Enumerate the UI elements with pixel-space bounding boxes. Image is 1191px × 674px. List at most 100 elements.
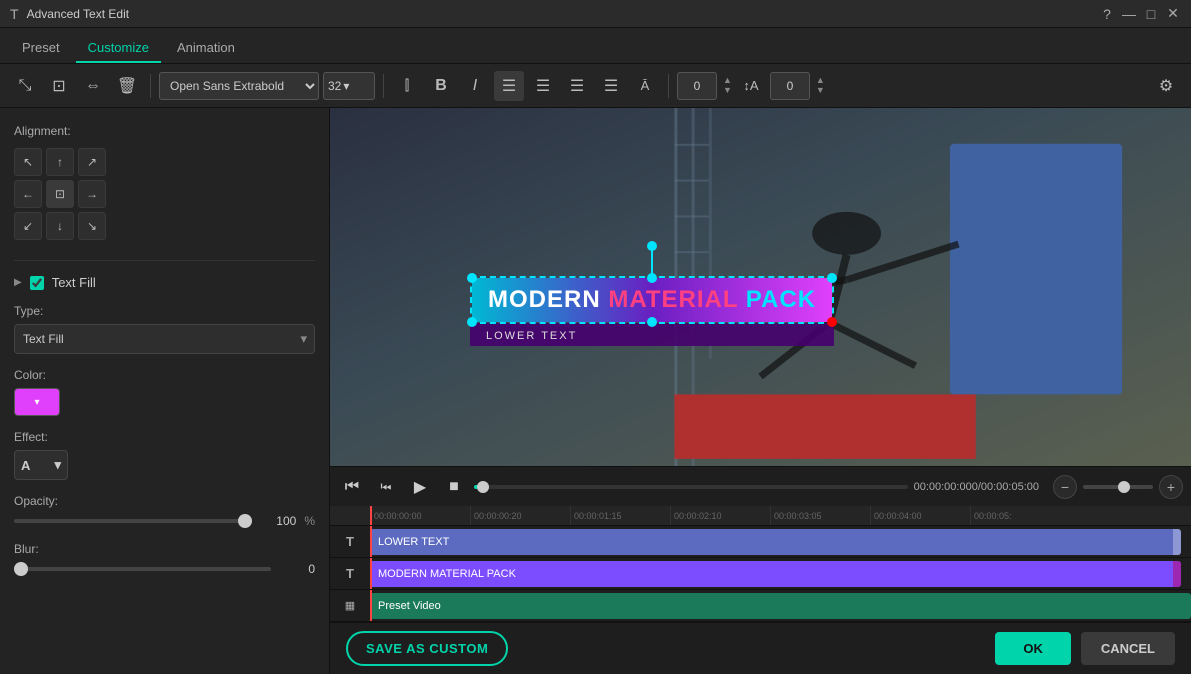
italic-button[interactable]: I [460,71,490,101]
chevron-icon: ▶ [14,277,22,288]
separator-3 [668,74,669,98]
rotation-down-icon[interactable]: ▼ [723,86,732,95]
right-panel: MODERN MATERIAL PACK LOWER TEXT ⏮ [330,108,1191,674]
sidebar: Alignment: ↖ ↑ ↗ ← ⊡ → ↙ ↓ ↘ ▶ Text Fill… [0,108,330,674]
line-height-icon: ↕A [736,71,766,101]
column-width-icon[interactable]: ⫿ [392,71,422,101]
playback-bar: ⏮ ⏭ ▶ ■ 00:00:00:000/00:00:05:00 − + [330,466,1191,506]
track-icon-2: T [346,566,354,581]
save-custom-button[interactable]: SAVE AS CUSTOM [346,631,508,666]
zoom-slider[interactable] [1083,485,1153,489]
cancel-button[interactable]: CANCEL [1081,632,1175,665]
opacity-slider[interactable] [14,519,252,523]
title-bar: T Advanced Text Edit ? — □ ✕ [0,0,1191,28]
lh-down-icon[interactable]: ▼ [816,86,825,95]
text-overlay: MODERN MATERIAL PACK LOWER TEXT [470,276,834,346]
track-label-2: T [330,558,370,589]
text-transform-button[interactable]: Ā [630,71,660,101]
clip-lower-text-end-handle[interactable] [1173,529,1181,555]
minimize-button[interactable]: — [1121,6,1137,22]
opacity-row: 100 % [14,514,315,528]
align-mid-left[interactable]: ← [14,180,42,208]
align-right-button[interactable]: ☰ [562,71,592,101]
delete-button[interactable]: 🗑 [112,71,142,101]
text-fill-section-header[interactable]: ▶ Text Fill [14,275,315,290]
blur-label: Blur: [14,542,315,556]
line-height-input[interactable] [770,72,810,100]
font-size-select[interactable]: 32 ▾ [323,72,375,100]
playhead-track3 [370,590,372,621]
rotation-input[interactable] [677,72,717,100]
ruler-mark-6: 00:00:05: [970,506,1070,525]
nav-tabs: Preset Customize Animation [0,28,1191,64]
title-bar-controls: ? — □ ✕ [1099,6,1181,22]
font-family-select[interactable]: Open Sans Extrabold [159,72,319,100]
track-lower-text: T LOWER TEXT [330,526,1191,558]
tab-preset[interactable]: Preset [10,34,72,63]
zoom-in-button[interactable]: + [1159,475,1183,499]
play-button[interactable]: ▶ [406,473,434,501]
align-top-left[interactable]: ↖ [14,148,42,176]
align-top-right[interactable]: ↗ [78,148,106,176]
ruler-mark-0: 00:00:00:00 [370,506,470,525]
align-mid-right[interactable]: → [78,180,106,208]
ruler-mark-4: 00:00:03:05 [770,506,870,525]
preview-main-text: MODERN MATERIAL PACK [488,286,816,313]
effect-dropdown-icon: ▾ [54,457,61,473]
ruler-mark-5: 00:00:04:00 [870,506,970,525]
color-label: Color: [14,368,315,382]
clip-preset-video[interactable]: Preset Video [370,593,1191,619]
tab-animation[interactable]: Animation [165,34,247,63]
tab-customize[interactable]: Customize [76,34,161,63]
align-left-button[interactable]: ☰ [494,71,524,101]
step-back-button[interactable]: ⏭ [372,473,400,501]
time-display: 00:00:00:000/00:00:05:00 [914,481,1039,493]
settings-button[interactable]: ⚙ [1151,71,1181,101]
help-button[interactable]: ? [1099,6,1115,22]
effect-label: Effect: [14,430,315,444]
crop-tool-button[interactable]: ⊡ [44,71,74,101]
effect-select[interactable]: A ▾ [14,450,68,480]
align-center-button[interactable]: ☰ [528,71,558,101]
separator-1 [150,74,151,98]
track-modern-material: T MODERN MATERIAL PACK [330,558,1191,590]
app-icon: T [10,6,19,22]
clip-lower-text[interactable]: LOWER TEXT [370,529,1181,555]
type-select[interactable]: Text Fill [14,324,315,354]
preview-sub-text: LOWER TEXT [486,330,577,342]
clip-modern-end-handle[interactable] [1173,561,1181,587]
text-fill-checkbox[interactable] [30,276,44,290]
align-top-center[interactable]: ↑ [46,148,74,176]
align-mid-center[interactable]: ⊡ [46,180,74,208]
close-button[interactable]: ✕ [1165,6,1181,22]
transform-tool-button[interactable]: ⤡ [10,71,40,101]
align-bot-center[interactable]: ↓ [46,212,74,240]
ruler-mark-1: 00:00:00:20 [470,506,570,525]
timeline-tracks: T LOWER TEXT T [330,526,1191,622]
stop-button[interactable]: ■ [440,473,468,501]
zoom-out-button[interactable]: − [1053,475,1077,499]
lh-up-icon[interactable]: ▲ [816,76,825,85]
ok-button[interactable]: OK [995,632,1071,665]
rotation-up-icon[interactable]: ▲ [723,76,732,85]
sidebar-divider-1 [14,260,315,261]
clip-modern-material[interactable]: MODERN MATERIAL PACK [370,561,1181,587]
maximize-button[interactable]: □ [1143,6,1159,22]
track-content-1: LOWER TEXT [370,526,1191,557]
blur-row: 0 [14,562,315,576]
app-title: Advanced Text Edit [27,7,130,21]
align-justify-button[interactable]: ☰ [596,71,626,101]
type-row: Type: Text Fill [14,304,315,354]
align-bot-left[interactable]: ↙ [14,212,42,240]
track-content-3: Preset Video [370,590,1191,621]
color-swatch[interactable]: ▾ [14,388,60,416]
rewind-button[interactable]: ⏮ [338,473,366,501]
flip-tool-button[interactable]: ⇔ [78,71,108,101]
bold-button[interactable]: B [426,71,456,101]
blur-slider[interactable] [14,567,271,571]
progress-thumb [477,481,489,493]
align-bot-right[interactable]: ↘ [78,212,106,240]
timeline-progress-bar[interactable] [474,485,908,489]
alignment-grid: ↖ ↑ ↗ ← ⊡ → ↙ ↓ ↘ [14,148,315,240]
track-label-1: T [330,526,370,557]
